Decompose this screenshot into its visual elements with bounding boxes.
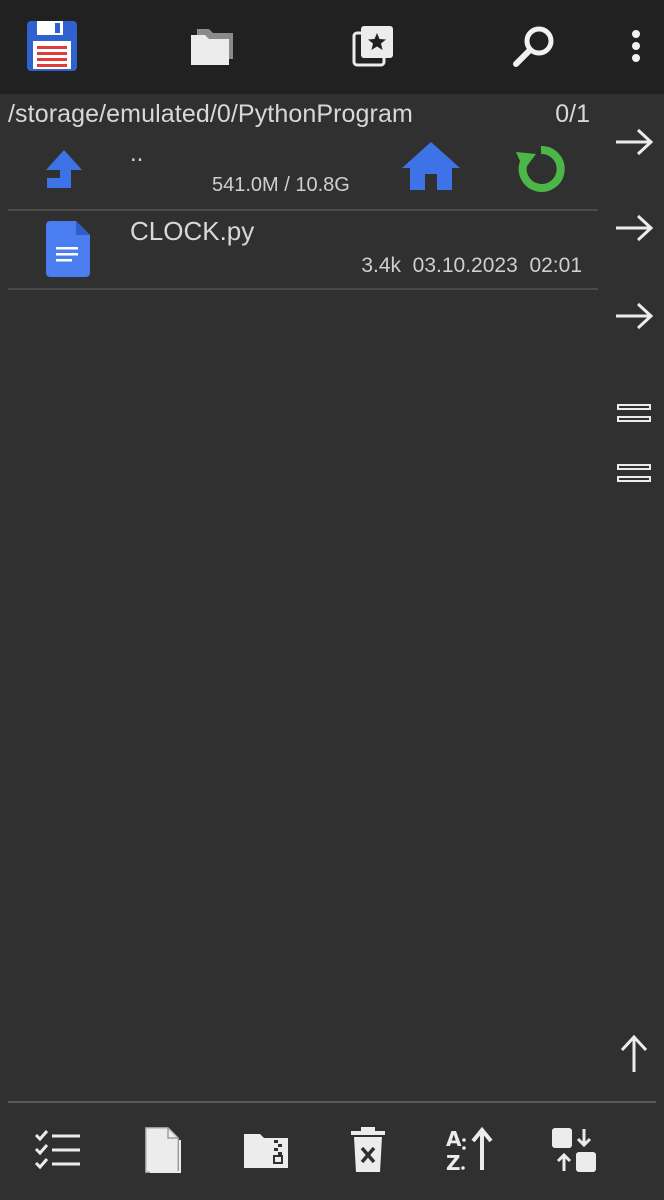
bookmarks-icon: [351, 24, 395, 68]
row-divider: [8, 288, 598, 290]
file-row[interactable]: CLOCK.py 3.4k 03.10.2023 02:01: [8, 212, 598, 288]
new-file-icon: [142, 1125, 182, 1180]
home-icon[interactable]: [400, 140, 462, 197]
folder-up-icon: [44, 148, 84, 195]
save-icon: [25, 19, 79, 73]
sort-button[interactable]: A Z: [438, 1120, 502, 1184]
equals-icon: [617, 463, 651, 490]
swap-panels-icon: [550, 1126, 598, 1179]
parent-directory-name: ..: [130, 140, 144, 167]
document-icon: [46, 221, 90, 282]
move-to-other-panel-button[interactable]: [608, 204, 660, 256]
sync-panels-button[interactable]: [608, 450, 660, 502]
more-options-button[interactable]: [604, 14, 664, 78]
compare-button[interactable]: [608, 390, 660, 442]
bottom-divider: [8, 1101, 656, 1103]
storage-usage: 541.0M / 10.8G: [212, 174, 350, 196]
arrow-right-icon: [614, 213, 654, 248]
new-file-button[interactable]: [130, 1120, 194, 1184]
selection-count: 0/1: [555, 100, 590, 128]
arrow-right-icon: [614, 127, 654, 162]
refresh-icon[interactable]: [514, 142, 568, 201]
open-in-other-panel-button[interactable]: [608, 292, 660, 344]
save-button[interactable]: [20, 14, 84, 78]
search-button[interactable]: [502, 14, 566, 78]
sort-az-icon: A Z: [444, 1126, 496, 1179]
search-icon: [511, 23, 557, 69]
delete-icon: [349, 1126, 387, 1179]
current-path: /storage/emulated/0/PythonProgram: [8, 100, 413, 128]
delete-button[interactable]: [336, 1120, 400, 1184]
archive-button[interactable]: [234, 1120, 298, 1184]
file-name: CLOCK.py: [130, 216, 255, 246]
folders-icon: [187, 25, 237, 67]
scroll-to-top-button[interactable]: [608, 1030, 660, 1082]
parent-directory-row[interactable]: .. 541.0M / 10.8G: [8, 134, 598, 210]
copy-to-other-panel-button[interactable]: [608, 118, 660, 170]
equals-icon: [617, 403, 651, 430]
svg-text:Z: Z: [446, 1151, 461, 1174]
arrow-up-icon: [619, 1034, 649, 1079]
zip-folder-icon: [242, 1130, 290, 1175]
folders-button[interactable]: [180, 14, 244, 78]
swap-panels-button[interactable]: [542, 1120, 606, 1184]
top-toolbar: [0, 0, 664, 94]
more-vertical-icon: [630, 29, 642, 63]
checklist-icon: [34, 1128, 82, 1177]
file-manager-screen: /storage/emulated/0/PythonProgram 0/1 ..…: [0, 0, 664, 1200]
svg-text:A: A: [446, 1127, 462, 1151]
file-meta: 3.4k 03.10.2023 02:01: [361, 254, 582, 277]
select-button[interactable]: [26, 1120, 90, 1184]
arrow-right-icon: [614, 301, 654, 336]
row-divider: [8, 209, 598, 211]
bookmarks-button[interactable]: [341, 14, 405, 78]
